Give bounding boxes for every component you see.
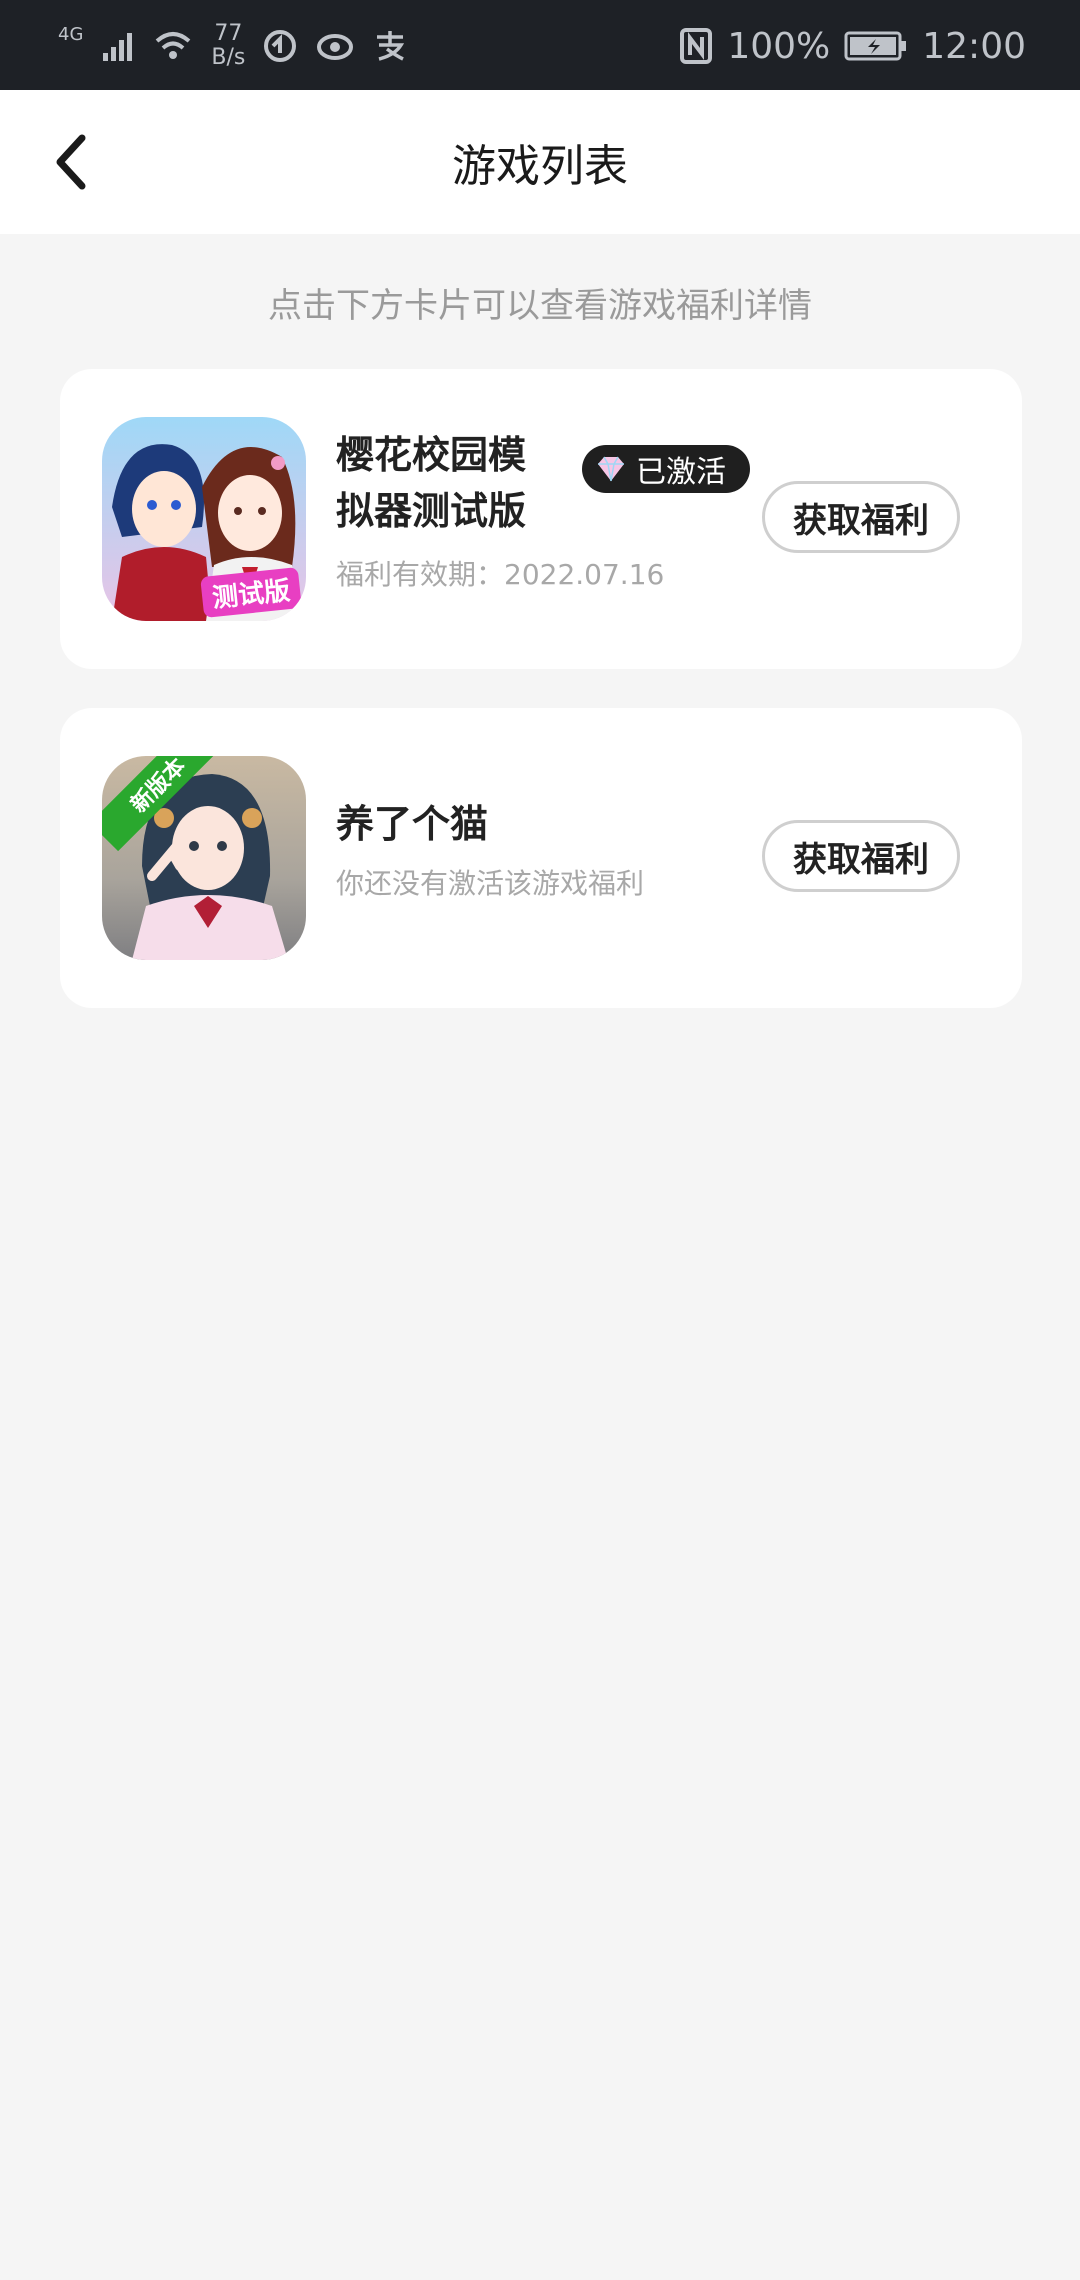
status-right: 100% 12:00 xyxy=(679,18,1026,74)
hint-text: 点击下方卡片可以查看游戏福利详情 xyxy=(268,286,812,326)
speed-value: 77 xyxy=(214,21,243,46)
top-bar: 游戏列表 xyxy=(0,90,1080,234)
app-notification-icon xyxy=(264,30,297,62)
battery-icon xyxy=(844,31,907,61)
network-type: 4G xyxy=(58,24,84,45)
signal-icon xyxy=(103,33,133,61)
activation-status: 你还没有激活该游戏福利 xyxy=(336,867,645,900)
status-bar: 4G 77 B/s 100% 12:00 xyxy=(0,0,1080,90)
status-left: 4G 77 B/s xyxy=(58,18,407,74)
game-icon: 新版本 xyxy=(102,756,306,960)
clock: 12:00 xyxy=(922,25,1026,67)
nfc-icon xyxy=(680,28,713,64)
alipay-icon xyxy=(377,31,405,61)
game-icon: 测试版 xyxy=(102,417,306,621)
benefit-expiry: 福利有效期：2022.07.16 xyxy=(336,558,665,591)
diamond-icon xyxy=(598,456,624,482)
get-benefit-button[interactable]: 获取福利 xyxy=(762,820,960,892)
activated-badge: 已激活 xyxy=(582,445,750,493)
badge-label: 已激活 xyxy=(636,455,726,490)
eye-icon xyxy=(317,34,354,60)
battery-percent: 100% xyxy=(727,25,831,67)
game-name: 樱花校园模拟器测试版 xyxy=(336,433,527,533)
wifi-icon xyxy=(156,32,191,59)
network-speed: 77 B/s xyxy=(211,22,245,70)
get-benefit-button[interactable]: 获取福利 xyxy=(762,481,960,553)
speed-unit: B/s xyxy=(211,45,246,70)
game-card[interactable]: 测试版 樱花校园模拟器测试版 已激活 福利有效期：2022.07.16 获取福利 xyxy=(60,369,1022,669)
page-title: 游戏列表 xyxy=(452,141,628,192)
game-name: 养了个猫 xyxy=(336,802,489,846)
game-card[interactable]: 新版本 养了个猫 你还没有激活该游戏福利 获取福利 xyxy=(60,708,1022,1008)
